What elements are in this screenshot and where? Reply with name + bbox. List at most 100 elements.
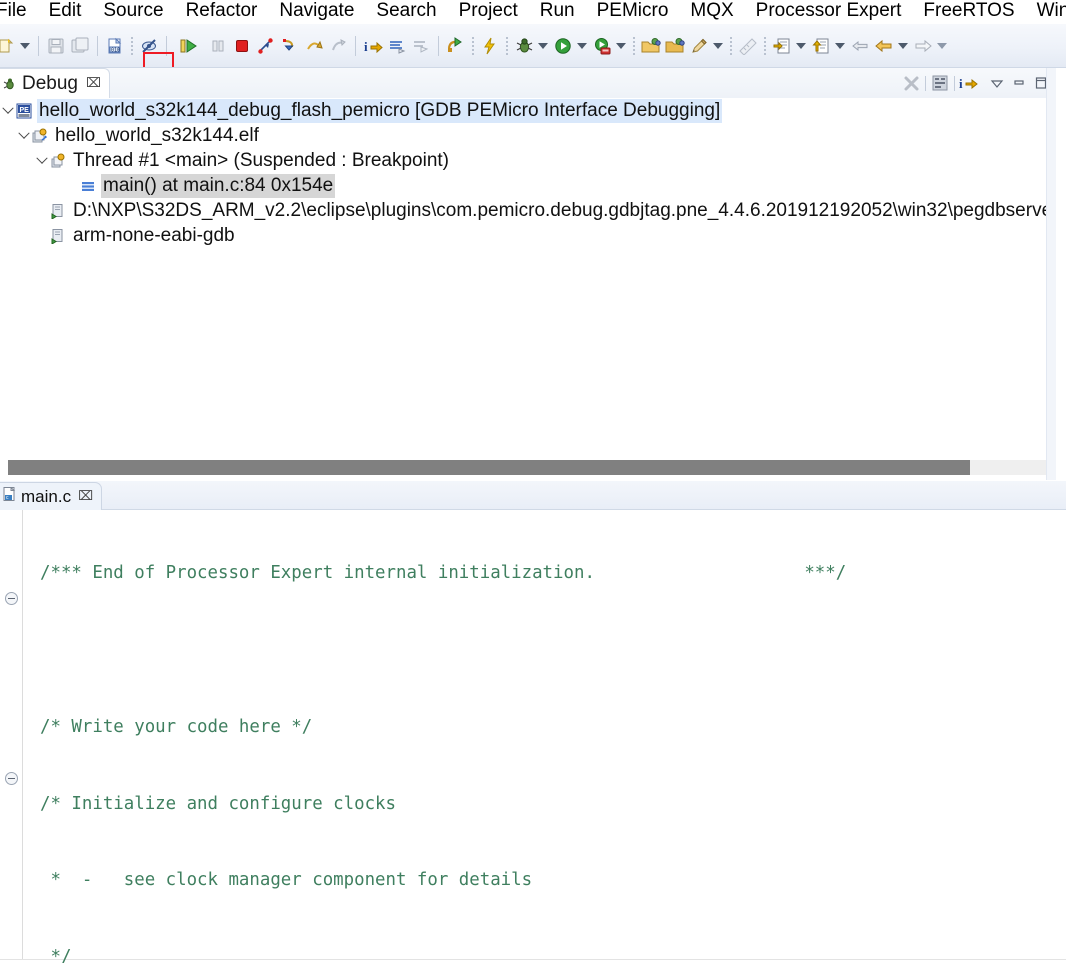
menu-item-file[interactable]: File	[0, 0, 38, 24]
fold-collapse-icon[interactable]	[5, 592, 18, 605]
terminate-icon[interactable]	[231, 33, 253, 59]
fold-collapse-icon[interactable]	[5, 772, 18, 785]
toolbar-separator	[355, 35, 356, 56]
suspend-icon[interactable]	[207, 33, 229, 59]
next-annotation-dropdown-arrow[interactable]	[935, 34, 948, 58]
menu-item-run[interactable]: Run	[529, 0, 586, 24]
pencil-dropdown-arrow[interactable]	[711, 34, 724, 58]
menu-item-refactor[interactable]: Refactor	[175, 0, 269, 24]
toolbar-dot-separator	[506, 36, 508, 55]
close-project-icon[interactable]	[664, 33, 686, 59]
expand-twisty-icon[interactable]	[34, 148, 49, 173]
menu-item-pemicro[interactable]: PEMicro	[586, 0, 680, 24]
previous-annotation-dropdown-arrow[interactable]	[896, 34, 909, 58]
skip-breakpoints-icon[interactable]	[138, 33, 160, 59]
debug-tree-label: D:\NXP\S32DS_ARM_v2.2\eclipse\plugins\co…	[73, 199, 1056, 221]
debug-tree-row-program[interactable]: hello_world_s32k144.elf	[0, 123, 1056, 148]
debug-toolbar-separator	[925, 75, 926, 91]
ruler-icon[interactable]	[737, 33, 759, 59]
remove-all-terminated-icon[interactable]	[900, 72, 922, 94]
process-icon	[49, 202, 67, 220]
toolbar-dot-separator	[730, 36, 732, 55]
step-into-icon[interactable]	[279, 33, 301, 59]
back-history-icon[interactable]	[849, 33, 871, 59]
menu-item-processor-expert[interactable]: Processor Expert	[745, 0, 913, 24]
run-dropdown-arrow[interactable]	[575, 34, 588, 58]
open-type-icon[interactable]	[810, 33, 832, 59]
run-config-icon[interactable]	[591, 33, 613, 59]
search-decl-icon[interactable]	[771, 33, 793, 59]
program-icon	[31, 127, 49, 145]
debug-tree-row-thread[interactable]: Thread #1 <main> (Suspended : Breakpoint…	[0, 148, 1056, 173]
expand-twisty-icon[interactable]	[16, 123, 31, 148]
run-config-dropdown-arrow[interactable]	[614, 34, 627, 58]
debug-tree[interactable]: PE hello_world_s32k144_debug_flash_pemic…	[0, 98, 1056, 453]
code-line-text: */	[40, 947, 72, 963]
editor-tab-label: main.c	[21, 486, 72, 506]
resume-icon[interactable]	[178, 33, 200, 59]
debug-last-icon[interactable]	[386, 33, 408, 59]
flash-icon[interactable]	[479, 33, 501, 59]
close-icon[interactable]: ⌧	[78, 489, 93, 504]
run-icon[interactable]	[552, 33, 574, 59]
tab-debug[interactable]: Debug ⌧	[0, 68, 110, 98]
instruction-stepping-icon[interactable]: i	[362, 33, 384, 59]
menu-item-mqx[interactable]: MQX	[679, 0, 744, 24]
code-line-text: /* Write your code here */	[40, 716, 313, 737]
debug-tree-row-process-gdbserver[interactable]: D:\NXP\S32DS_ARM_v2.2\eclipse\plugins\co…	[0, 198, 1056, 223]
debug-dropdown-arrow[interactable]	[536, 34, 549, 58]
scrollbar-thumb[interactable]	[8, 460, 970, 475]
menu-item-search[interactable]: Search	[365, 0, 447, 24]
debug-tree-row-launch[interactable]: PE hello_world_s32k144_debug_flash_pemic…	[0, 98, 1056, 123]
svg-text:i: i	[959, 76, 963, 91]
close-icon[interactable]: ⌧	[86, 76, 101, 91]
menu-item-freertos[interactable]: FreeRTOS	[912, 0, 1025, 24]
debug-tree-row-stackframe[interactable]: main() at main.c:84 0x154e	[0, 173, 1056, 198]
tab-main-c[interactable]: c main.c ⌧	[0, 482, 103, 510]
step-return-icon[interactable]	[327, 33, 349, 59]
step-over-icon[interactable]	[303, 33, 325, 59]
toolbar-separator	[97, 35, 98, 56]
toolbar-dot-separator	[131, 36, 133, 55]
code-editor: c main.c ⌧ /*** End of Processor Expert …	[0, 481, 1066, 963]
menu-item-source[interactable]: Source	[92, 0, 174, 24]
menu-item-edit[interactable]: Edit	[38, 0, 93, 24]
debug-vertical-scrollbar[interactable]	[1046, 68, 1056, 480]
code-text[interactable]: /*** End of Processor Expert internal in…	[24, 510, 1066, 963]
view-menu-icon[interactable]	[986, 72, 1008, 94]
save-all-icon[interactable]	[69, 33, 91, 59]
minimize-icon[interactable]	[1008, 72, 1030, 94]
toolbar-separator	[38, 35, 39, 56]
expand-twisty-icon[interactable]	[0, 98, 15, 123]
instruction-stepping-icon[interactable]: i	[958, 72, 980, 94]
code-line-text: /* Initialize and configure clocks	[40, 793, 396, 814]
menu-item-project[interactable]: Project	[448, 0, 529, 24]
open-project-icon[interactable]	[640, 33, 662, 59]
debug-horizontal-scrollbar[interactable]	[0, 453, 1056, 480]
pencil-icon[interactable]	[688, 33, 710, 59]
scrollbar-track[interactable]	[8, 460, 1048, 475]
toolbar-separator	[166, 35, 167, 56]
next-annotation-icon[interactable]	[912, 33, 934, 59]
open-type-dropdown-arrow[interactable]	[833, 34, 846, 58]
resume-at-line-icon[interactable]	[445, 33, 467, 59]
svg-text:i: i	[364, 39, 368, 54]
previous-annotation-icon[interactable]	[873, 33, 895, 59]
code-area[interactable]: /*** End of Processor Expert internal in…	[0, 510, 1066, 963]
new-wizard-icon[interactable]	[0, 33, 17, 59]
build-icon[interactable]: 010	[104, 33, 126, 59]
save-icon[interactable]	[45, 33, 67, 59]
menu-item-navigate[interactable]: Navigate	[268, 0, 365, 24]
collapse-all-icon[interactable]	[929, 72, 951, 94]
debug-tree-row-process-gdb[interactable]: arm-none-eabi-gdb	[0, 223, 1056, 248]
folding-margin[interactable]	[0, 510, 23, 963]
new-dropdown-arrow[interactable]	[18, 34, 31, 58]
search-decl-dropdown-arrow[interactable]	[794, 34, 807, 58]
main-toolbar: 010 i	[0, 24, 1066, 68]
debug-view-toolbar: i	[900, 71, 1052, 95]
external-tools-icon[interactable]	[410, 33, 432, 59]
disconnect-icon[interactable]	[255, 33, 277, 59]
debug-icon[interactable]	[513, 33, 535, 59]
menu-item-window[interactable]: Window	[1026, 0, 1066, 24]
